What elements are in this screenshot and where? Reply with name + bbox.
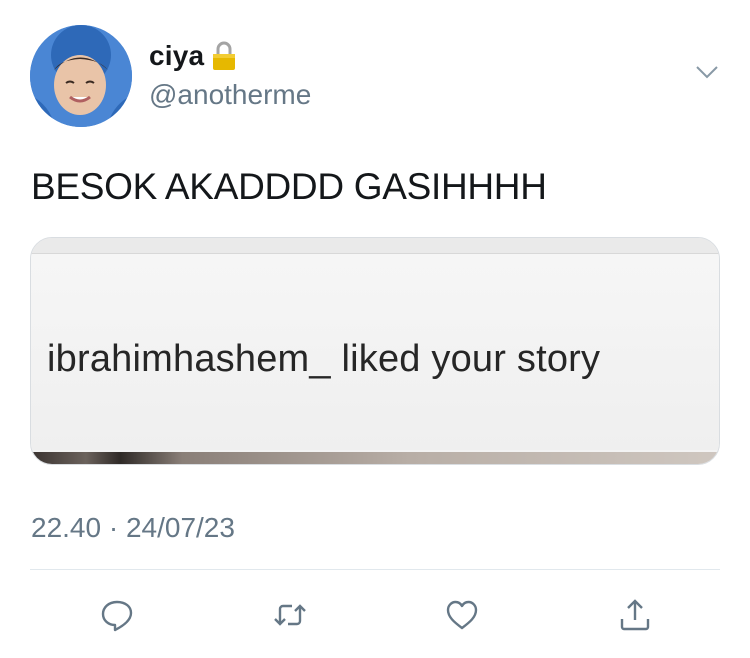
share-icon (620, 599, 650, 631)
media-top-strip (31, 238, 719, 254)
reply-icon (101, 600, 133, 632)
media-bottom-strip (31, 452, 719, 464)
tweet-timestamp: 22.40 · 24/07/23 (31, 512, 235, 543)
author-name-row[interactable]: ciya (149, 40, 239, 72)
divider (30, 569, 720, 570)
avatar-image (30, 25, 132, 127)
reply-button[interactable] (92, 590, 142, 640)
tweet-text: BESOK AKADDDD GASIHHHH (31, 166, 547, 207)
retweet-button[interactable] (265, 590, 315, 640)
retweet-icon (274, 604, 306, 626)
share-button[interactable] (610, 590, 660, 640)
lock-icon (209, 40, 239, 72)
chevron-down-icon[interactable] (694, 62, 720, 82)
avatar[interactable] (30, 25, 132, 127)
media-caption: ibrahimhashem_ liked your story (47, 338, 601, 380)
display-name[interactable]: ciya (149, 40, 204, 72)
tweet-media[interactable]: ibrahimhashem_ liked your story (30, 237, 720, 465)
user-handle[interactable]: @anotherme (149, 79, 311, 111)
like-button[interactable] (437, 590, 487, 640)
heart-icon (446, 600, 478, 630)
